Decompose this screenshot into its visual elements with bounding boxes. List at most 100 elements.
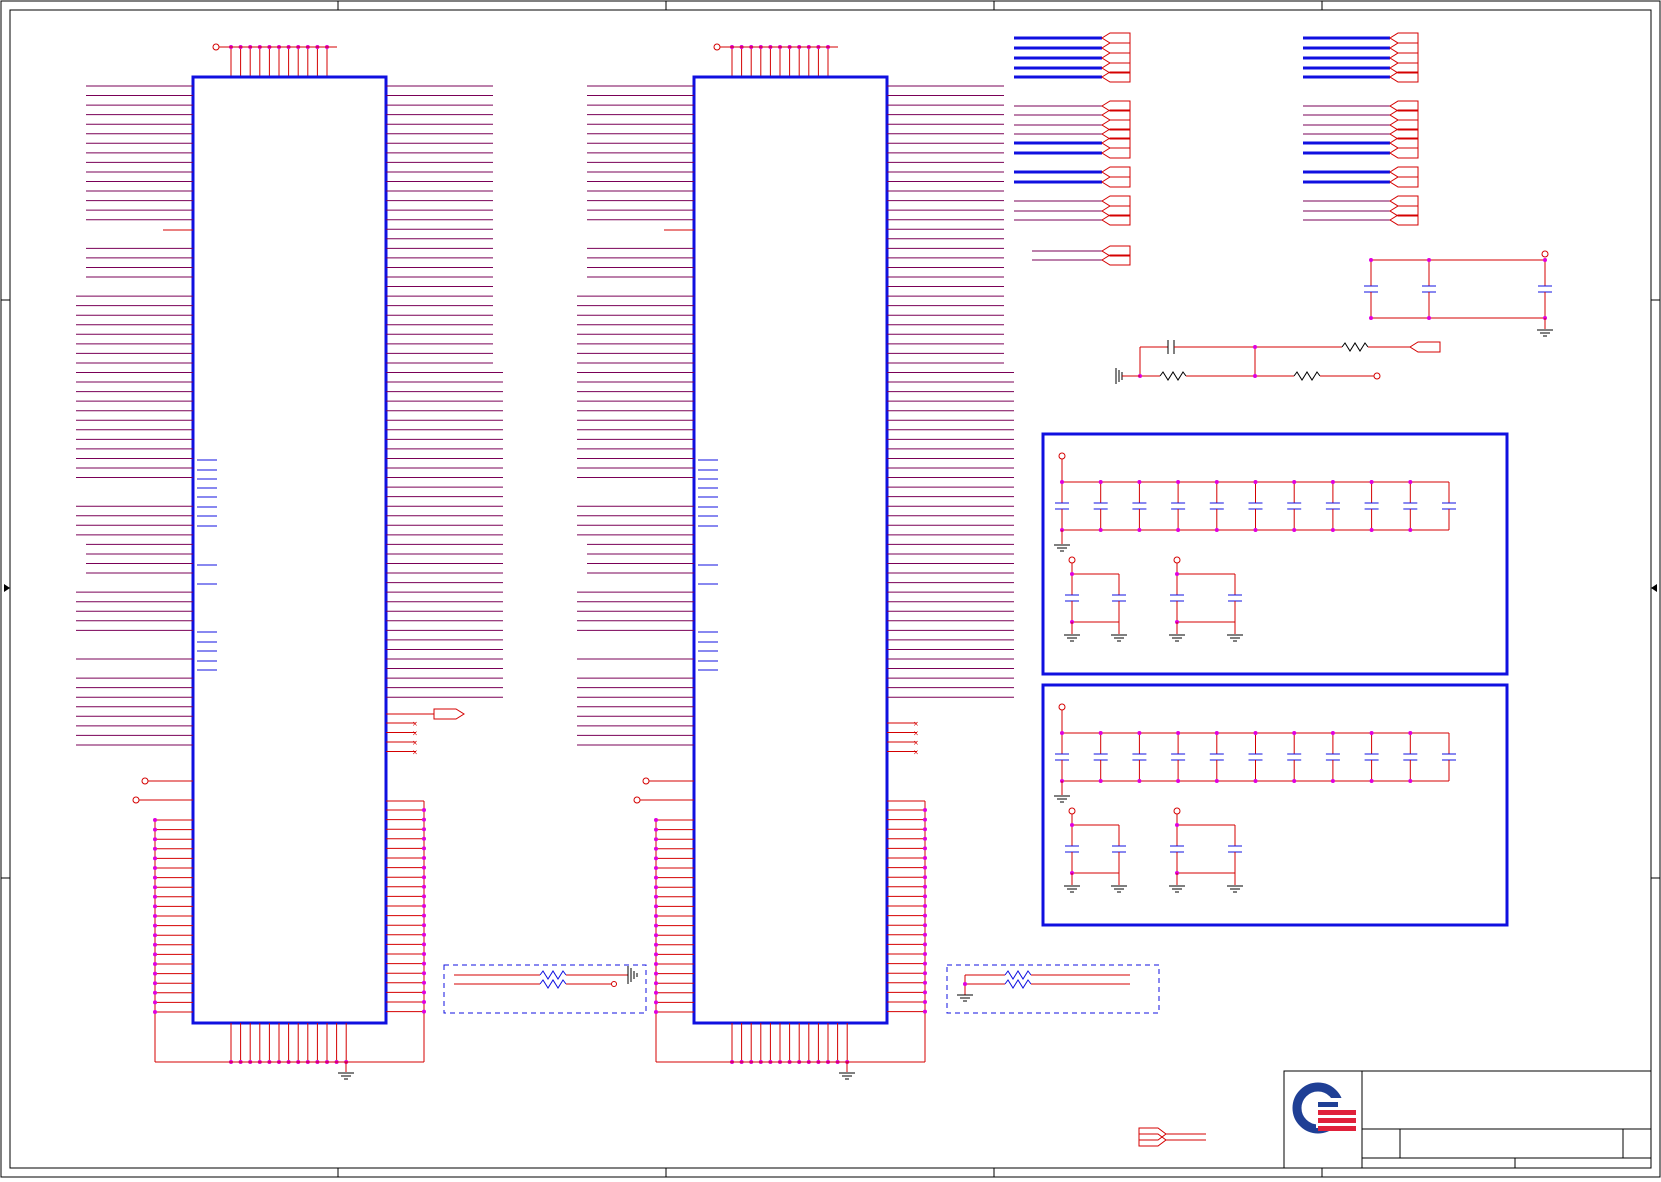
- junction-dot: [422, 961, 426, 966]
- edge-arrow-right: [1651, 584, 1657, 592]
- capacitor-icon: [1093, 482, 1108, 530]
- junction-dot: [1543, 258, 1547, 262]
- ground-icon: [1169, 634, 1185, 642]
- junction-dot: [923, 952, 927, 956]
- junction-dot: [1330, 779, 1335, 783]
- junction-dot: [1137, 779, 1142, 783]
- junction-dot: [654, 856, 658, 861]
- ground-icon: [1537, 329, 1553, 337]
- ic-body: [692, 75, 889, 1025]
- ground-icon: [1111, 885, 1127, 893]
- junction-dot: [923, 808, 927, 812]
- company-logo: [1292, 1082, 1356, 1134]
- capacitor-icon: [1442, 482, 1456, 530]
- junction-dot: [1369, 528, 1374, 532]
- power-port: [1068, 807, 1076, 815]
- junction-dot: [1137, 731, 1142, 735]
- nc-marker: ×: [412, 720, 418, 728]
- junction-dot: [654, 827, 658, 832]
- junction-dot: [422, 865, 426, 870]
- junction-dot: [422, 904, 426, 908]
- capacitor-icon: [1055, 482, 1069, 530]
- junction-dot: [153, 942, 157, 947]
- power-port: [1173, 807, 1181, 815]
- capacitor-icon: [1325, 733, 1340, 781]
- junction-dot: [654, 875, 658, 880]
- junction-dot: [1253, 779, 1258, 783]
- junction-dot: [153, 990, 157, 995]
- junction-dot: [1176, 779, 1181, 783]
- port-icon: [1389, 32, 1419, 44]
- ground-icon: [338, 1072, 354, 1080]
- junction-dot: [1253, 480, 1258, 484]
- junction-dot: [422, 971, 426, 976]
- junction-dot: [1369, 731, 1374, 735]
- ground-icon: [1227, 885, 1243, 893]
- junction-dot: [923, 817, 927, 822]
- junction-dot: [1330, 528, 1335, 532]
- junction-dot: [422, 846, 426, 851]
- junction-dot: [153, 856, 157, 861]
- nc-marker: ×: [412, 730, 418, 738]
- junction-dot: [1427, 258, 1431, 262]
- junction-dot: [1214, 731, 1219, 735]
- junction-dot: [654, 837, 658, 842]
- junction-dot: [1369, 316, 1373, 320]
- port-icon: [1389, 166, 1419, 178]
- power-port: [633, 796, 641, 804]
- junction-dot: [422, 1000, 426, 1004]
- port-icon: [1101, 147, 1131, 159]
- nc-marker: ×: [913, 749, 919, 757]
- power-port: [1058, 703, 1066, 711]
- rc-network: [1115, 340, 1441, 384]
- junction-dot: [1253, 528, 1258, 532]
- capacitor-icon: [1171, 733, 1186, 781]
- ground-icon: [1227, 634, 1243, 642]
- nc-marker: ×: [412, 739, 418, 747]
- junction-dot: [422, 875, 426, 880]
- junction-dot: [1369, 258, 1373, 262]
- junction-dot: [153, 837, 157, 842]
- junction-dot: [422, 827, 426, 832]
- power-port: [642, 777, 650, 785]
- junction-dot: [422, 942, 426, 947]
- power-port: [1173, 556, 1181, 564]
- junction-dot: [1176, 731, 1181, 735]
- ground-icon: [839, 1072, 855, 1080]
- junction-dot: [422, 1009, 426, 1014]
- junction-dot: [1098, 779, 1103, 783]
- junction-dot: [153, 846, 157, 851]
- capacitor-icon: [1325, 482, 1340, 530]
- port-icon: [1101, 176, 1131, 188]
- junction-dot: [923, 846, 927, 851]
- capacitor-icon: [1248, 482, 1263, 530]
- schematic-canvas: ×××× ××××: [0, 0, 1661, 1178]
- junction-dot: [1137, 528, 1142, 532]
- capacitor-icon: [1170, 825, 1184, 873]
- junction-dot: [1292, 731, 1297, 735]
- junction-dot: [654, 942, 658, 947]
- junction-dot: [1176, 528, 1181, 532]
- ground-icon: [1054, 544, 1070, 552]
- junction-dot: [422, 894, 426, 899]
- port-icon: [1101, 42, 1131, 54]
- junction-dot: [422, 817, 426, 822]
- ground-icon: [627, 966, 638, 984]
- junction-dot: [422, 932, 426, 937]
- junction-dot: [654, 885, 658, 890]
- capacitor-icon: [1228, 825, 1242, 873]
- junction-dot: [1070, 572, 1074, 576]
- junction-dot: [153, 1010, 157, 1014]
- junction-dot: [153, 981, 157, 986]
- junction-dot: [923, 913, 927, 918]
- junction-dot: [422, 980, 426, 985]
- junction-dot: [923, 836, 927, 841]
- junction-dot: [153, 827, 157, 832]
- junction-dot: [1330, 731, 1335, 735]
- junction-dot: [923, 894, 927, 899]
- junction-dot: [654, 1000, 658, 1005]
- junction-dot: [153, 885, 157, 890]
- panel-border: [1041, 683, 1509, 927]
- junction-dot: [923, 856, 927, 860]
- junction-dot: [1214, 779, 1219, 783]
